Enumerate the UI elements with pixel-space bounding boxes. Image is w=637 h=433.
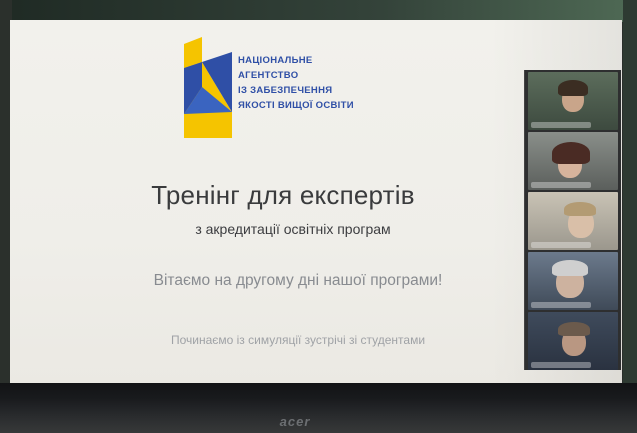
presentation-screen: НАЦІОНАЛЬНЕ АГЕНТСТВО ІЗ ЗАБЕЗПЕЧЕННЯ ЯК… (10, 20, 622, 385)
welcome-message: Вітаємо на другому дні нашої програми! (153, 272, 443, 289)
participant-video-panel (524, 70, 621, 370)
background-wall (0, 0, 637, 22)
agency-name-line-4: ЯКОСТІ ВИЩОЇ ОСВІТИ (238, 100, 354, 111)
participant-name-label (531, 302, 591, 308)
agency-name-line-3: ІЗ ЗАБЕЗПЕЧЕННЯ (238, 85, 333, 96)
participant-tile[interactable] (528, 192, 618, 250)
participant-name-label (531, 362, 591, 368)
participant-name-label (531, 242, 591, 248)
slide-subtitle: з акредитації освітніх програм (195, 221, 391, 237)
session-start-message: Починаємо із симуляції зустрічі зі студе… (170, 333, 426, 347)
participant-name-label (531, 182, 591, 188)
agency-logo-icon (184, 37, 232, 138)
agency-name-line-1: НАЦІОНАЛЬНЕ (238, 55, 313, 66)
participant-name-label (531, 122, 591, 128)
background-right (623, 0, 637, 433)
participant-tile[interactable] (528, 252, 618, 310)
participant-tile[interactable] (528, 72, 618, 130)
slide-title: Тренінг для експертів (151, 180, 415, 210)
agency-name: НАЦІОНАЛЬНЕ АГЕНТСТВО ІЗ ЗАБЕЗПЕЧЕННЯ ЯК… (238, 53, 438, 113)
participant-tile[interactable] (528, 132, 618, 190)
agency-name-line-2: АГЕНТСТВО (238, 70, 299, 81)
monitor-brand-logo: acer (279, 414, 311, 429)
participant-tile[interactable] (528, 312, 618, 370)
